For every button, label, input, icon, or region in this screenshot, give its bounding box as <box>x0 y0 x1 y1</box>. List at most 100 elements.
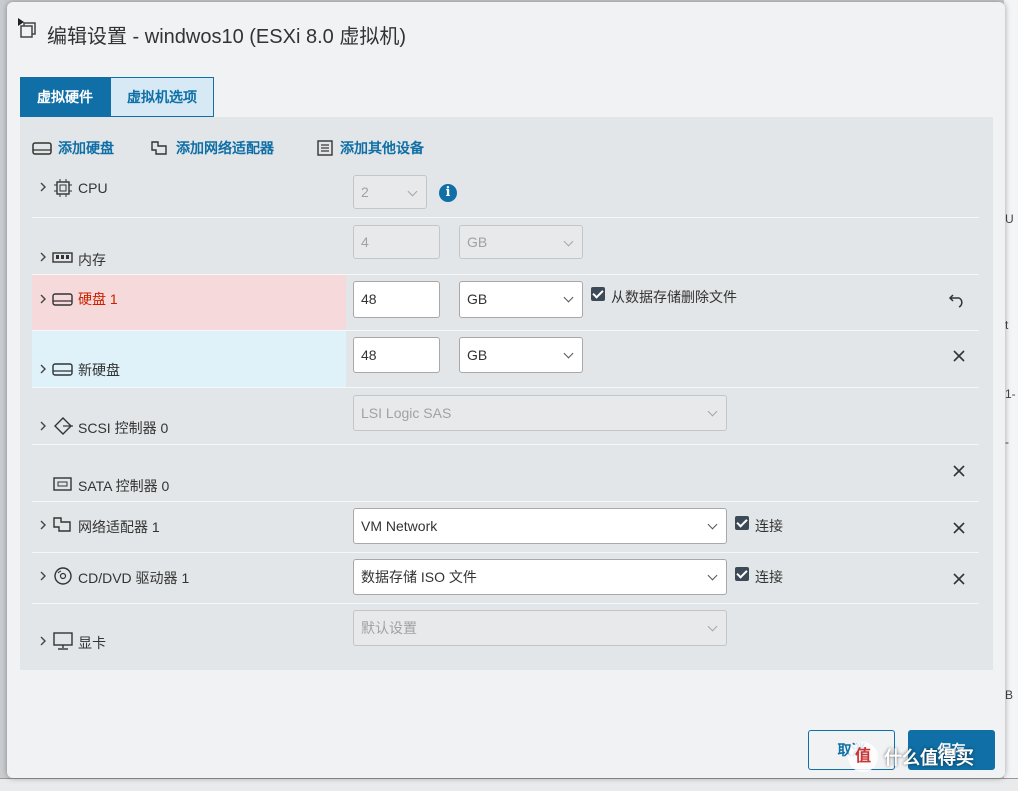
row-value-cell: 数据存储 ISO 文件 连接 <box>346 553 979 603</box>
row-value-cell: 48 GB <box>346 331 979 387</box>
hardware-row-new-disk: 新硬盘 48 GB <box>32 331 979 388</box>
add-network-label: 添加网络适配器 <box>176 140 274 156</box>
hardware-row-cpu: CPU 2 i <box>32 167 979 218</box>
tab-virtual-hardware[interactable]: 虚拟硬件 <box>20 77 110 117</box>
hardware-panel: 添加硬盘 添加网络适配器 添加其他设备 CPU 2 i 内存 4 GB 硬盘 1… <box>20 117 993 670</box>
delete-files-checkbox[interactable] <box>591 287 605 301</box>
network-adapter-icon <box>151 141 167 155</box>
add-disk-button[interactable]: 添加硬盘 <box>32 137 114 159</box>
background-app-edge: U t 1- - B <box>1004 0 1018 790</box>
row-label-cell: CD/DVD 驱动器 1 <box>32 553 346 603</box>
background-text-fragment: 1- <box>1005 387 1016 401</box>
watermark-logo: 值 <box>848 742 878 772</box>
background-text-fragment: B <box>1005 688 1014 702</box>
row-value-cell: 默认设置 <box>346 604 979 660</box>
network-connect-label: 连接 <box>755 518 783 534</box>
hard-disk-icon <box>32 142 52 155</box>
memory-size-input[interactable]: 4 <box>353 225 440 259</box>
cddvd-label: CD/DVD 驱动器 1 <box>78 570 190 586</box>
row-value-cell <box>346 445 979 501</box>
background-text-fragment: t <box>1005 318 1009 332</box>
cd-dvd-icon <box>54 567 72 585</box>
new-disk-unit-select[interactable]: GB <box>459 337 583 373</box>
hardware-row-disk1: 硬盘 1 48 GB 从数据存储删除文件 <box>32 275 979 331</box>
chevron-right-icon[interactable] <box>38 421 48 431</box>
add-disk-label: 添加硬盘 <box>58 140 114 156</box>
disk1-size-input[interactable]: 48 <box>353 281 440 318</box>
row-value-cell: LSI Logic SAS <box>346 388 979 444</box>
network-adapter-icon <box>53 517 71 532</box>
row-value-cell: 48 GB 从数据存储删除文件 <box>346 275 979 330</box>
chevron-right-icon[interactable] <box>38 364 48 374</box>
watermark-text: 什么值得买 <box>884 748 974 768</box>
row-label-cell: 网络适配器 1 <box>32 502 346 552</box>
network-label: 网络适配器 1 <box>78 519 160 535</box>
display-icon <box>53 632 73 650</box>
add-other-label: 添加其他设备 <box>340 140 424 156</box>
chevron-right-icon[interactable] <box>38 252 48 262</box>
add-other-device-button[interactable]: 添加其他设备 <box>316 137 424 159</box>
display-label: 显卡 <box>78 635 106 651</box>
cpu-count-select[interactable]: 2 <box>353 175 427 209</box>
hardware-row-network: 网络适配器 1 VM Network 连接 <box>32 502 979 553</box>
row-label-cell: SCSI 控制器 0 <box>32 388 346 444</box>
tab-bar: 虚拟硬件 虚拟机选项 <box>20 77 214 117</box>
new-disk-size-input[interactable]: 48 <box>353 337 440 373</box>
chevron-right-icon[interactable] <box>38 571 48 581</box>
edit-vm-icon <box>18 18 36 38</box>
close-icon[interactable] <box>952 349 966 363</box>
network-connect-checkbox[interactable] <box>735 516 749 530</box>
dialog-title: 编辑设置 - windwos10 (ESXi 8.0 虚拟机) <box>47 26 406 48</box>
row-label-cell: 显卡 <box>32 604 346 660</box>
row-label-cell: SATA 控制器 0 <box>32 445 346 501</box>
hardware-row-display: 显卡 默认设置 <box>32 604 979 660</box>
memory-unit-select[interactable]: GB <box>459 225 583 259</box>
row-value-cell: VM Network 连接 <box>346 502 979 552</box>
tab-vm-options[interactable]: 虚拟机选项 <box>110 77 214 117</box>
chevron-right-icon[interactable] <box>38 520 48 530</box>
cpu-label: CPU <box>78 180 108 196</box>
row-label-cell: 新硬盘 <box>32 331 346 387</box>
add-network-adapter-button[interactable]: 添加网络适配器 <box>150 137 274 159</box>
hardware-row-cddvd: CD/DVD 驱动器 1 数据存储 ISO 文件 连接 <box>32 553 979 604</box>
display-select[interactable]: 默认设置 <box>353 610 727 646</box>
row-label-cell: 内存 <box>32 218 346 274</box>
close-icon[interactable] <box>952 572 966 586</box>
chevron-right-icon[interactable] <box>38 182 48 192</box>
sata-controller-icon <box>53 477 72 491</box>
device-icon <box>317 140 333 156</box>
sata-label: SATA 控制器 0 <box>78 478 170 494</box>
background-app-footer <box>0 778 1018 791</box>
delete-files-label: 从数据存储删除文件 <box>611 289 737 305</box>
cddvd-source-select[interactable]: 数据存储 ISO 文件 <box>353 559 727 595</box>
edit-settings-dialog: 编辑设置 - windwos10 (ESXi 8.0 虚拟机) 虚拟硬件 虚拟机… <box>7 2 1005 778</box>
info-icon[interactable]: i <box>439 184 457 202</box>
disk1-label: 硬盘 1 <box>78 291 118 307</box>
memory-label: 内存 <box>78 252 106 268</box>
row-label-cell: 硬盘 1 <box>32 275 346 330</box>
close-icon[interactable] <box>952 521 966 535</box>
close-icon[interactable] <box>952 464 966 478</box>
chevron-right-icon[interactable] <box>38 636 48 646</box>
cddvd-connect-label: 连接 <box>755 569 783 585</box>
hard-disk-icon <box>52 363 73 376</box>
memory-icon <box>52 252 73 263</box>
row-value-cell: 2 i <box>346 167 979 217</box>
undo-icon[interactable] <box>948 292 966 308</box>
row-label-cell: CPU <box>32 167 346 217</box>
hardware-row-memory: 内存 4 GB <box>32 218 979 275</box>
watermark: 值 什么值得买 <box>848 742 974 772</box>
hard-disk-icon <box>52 293 73 306</box>
network-select[interactable]: VM Network <box>353 508 727 544</box>
row-value-cell: 4 GB <box>346 218 979 274</box>
cddvd-connect-checkbox[interactable] <box>735 567 749 581</box>
scsi-type-select[interactable]: LSI Logic SAS <box>353 395 727 431</box>
hardware-row-scsi: SCSI 控制器 0 LSI Logic SAS <box>32 388 979 445</box>
new-disk-label: 新硬盘 <box>78 362 120 378</box>
scsi-controller-icon <box>54 417 73 435</box>
background-text-fragment: - <box>1005 435 1009 449</box>
background-text-fragment: U <box>1005 212 1014 226</box>
chevron-right-icon[interactable] <box>38 294 48 304</box>
disk1-unit-select[interactable]: GB <box>459 281 583 318</box>
hardware-row-sata: SATA 控制器 0 <box>32 445 979 502</box>
